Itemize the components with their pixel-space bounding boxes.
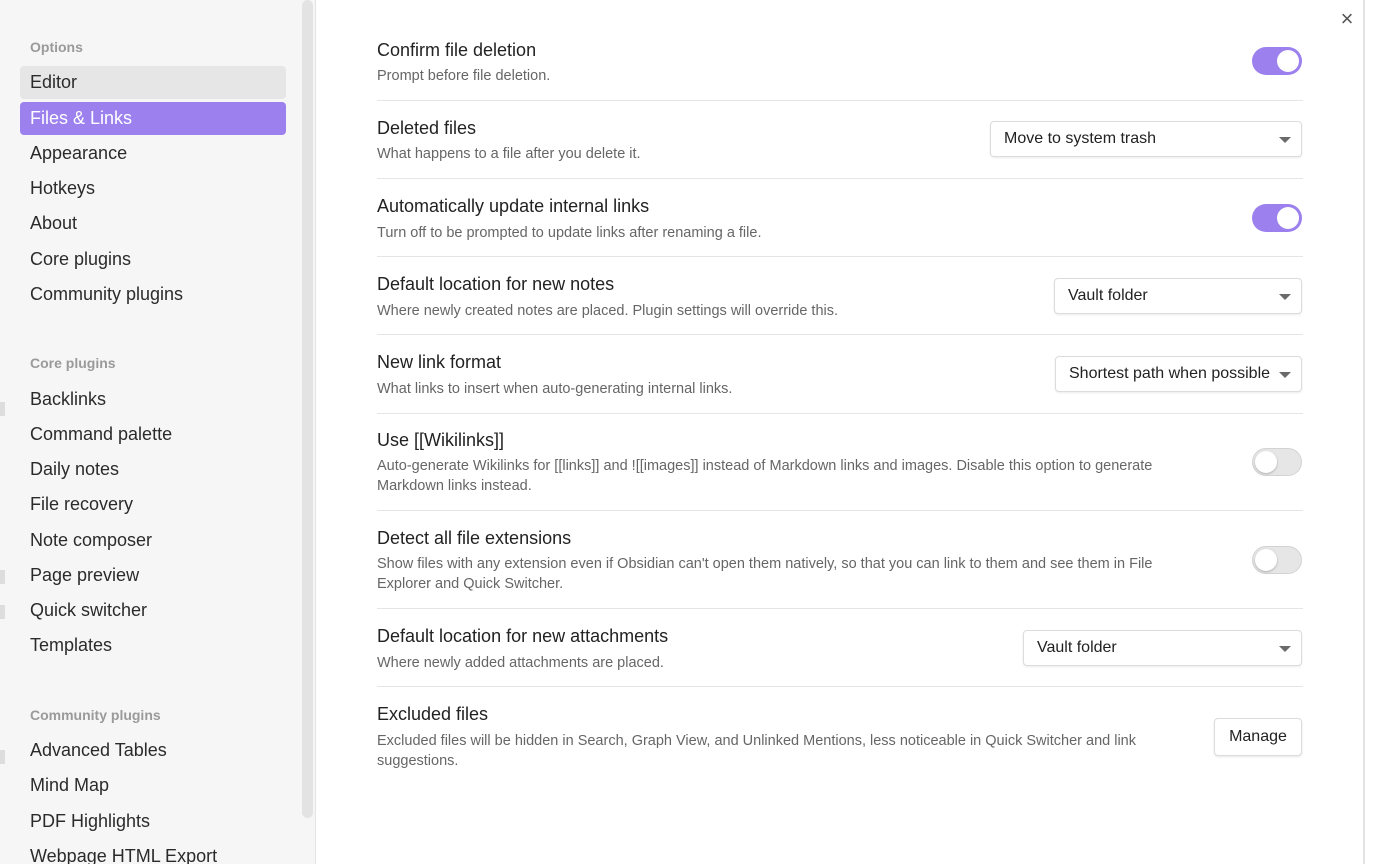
default-note-location-select[interactable]: Vault folder [1054, 278, 1302, 314]
setting-default-attachment-location: Default location for new attachments Whe… [377, 609, 1303, 687]
sidebar-scrollbar[interactable] [302, 0, 313, 818]
default-attachment-location-select[interactable]: Vault folder [1023, 630, 1302, 666]
edge-artifact [0, 402, 5, 416]
setting-name: Confirm file deletion [377, 40, 537, 60]
setting-deleted-files: Deleted files What happens to a file aft… [377, 101, 1303, 179]
sidebar-item-file-recovery[interactable]: File recovery [20, 488, 286, 521]
edge-artifact [0, 570, 5, 584]
setting-description: Turn off to be prompted to update links … [377, 225, 762, 241]
wikilinks-toggle[interactable] [1252, 448, 1302, 476]
content-scrollbar-track[interactable] [1363, 0, 1375, 864]
setting-new-link-format: New link format What links to insert whe… [377, 335, 1303, 414]
options-heading: Options [30, 39, 83, 55]
toggle-knob [1255, 451, 1277, 473]
setting-name: New link format [377, 352, 502, 372]
edge-artifact [0, 605, 5, 619]
new-link-format-select[interactable]: Shortest path when possible [1055, 356, 1302, 392]
sidebar-item-mind-map[interactable]: Mind Map [20, 769, 286, 802]
chevron-down-icon [1279, 372, 1291, 378]
dropdown-value: Shortest path when possible [1069, 365, 1271, 382]
setting-description: Prompt before file deletion. [377, 68, 551, 84]
confirm-deletion-toggle[interactable] [1252, 47, 1302, 75]
manage-excluded-files-button[interactable]: Manage [1214, 718, 1302, 756]
sidebar-item-daily-notes[interactable]: Daily notes [20, 453, 286, 486]
chevron-down-icon [1279, 646, 1291, 652]
setting-description: Excluded files will be hidden in Search,… [377, 733, 1136, 769]
deleted-files-select[interactable]: Move to system trash [990, 121, 1302, 157]
setting-use-wikilinks: Use [[Wikilinks]] Auto-generate Wikilink… [377, 414, 1303, 511]
sidebar-item-about[interactable]: About [20, 207, 286, 240]
sidebar-item-pdf-highlights[interactable]: PDF Highlights [20, 805, 286, 838]
sidebar-item-note-composer[interactable]: Note composer [20, 524, 286, 557]
core-plugins-heading: Core plugins [30, 355, 116, 371]
setting-excluded-files: Excluded files Excluded files will be hi… [377, 687, 1303, 787]
setting-description: What links to insert when auto-generatin… [377, 381, 733, 397]
setting-confirm-file-deletion: Confirm file deletion Prompt before file… [377, 30, 1303, 101]
setting-name: Excluded files [377, 704, 489, 724]
chevron-down-icon [1279, 137, 1291, 143]
sidebar-item-advanced-tables[interactable]: Advanced Tables [20, 734, 286, 767]
community-plugins-heading: Community plugins [30, 707, 161, 723]
toggle-knob [1277, 50, 1299, 72]
detect-extensions-toggle[interactable] [1252, 546, 1302, 574]
setting-description: Where newly added attachments are placed… [377, 655, 664, 671]
auto-update-links-toggle[interactable] [1252, 204, 1302, 232]
setting-name: Deleted files [377, 118, 477, 138]
edge-artifact [0, 750, 5, 764]
sidebar-item-community-plugins[interactable]: Community plugins [20, 278, 286, 311]
toggle-knob [1255, 549, 1277, 571]
sidebar-item-files-links[interactable]: Files & Links [20, 102, 286, 135]
toggle-knob [1277, 207, 1299, 229]
close-icon[interactable]: × [1336, 8, 1358, 30]
setting-description: Show files with any extension even if Ob… [377, 556, 1153, 592]
sidebar-item-templates[interactable]: Templates [20, 629, 286, 662]
setting-name: Automatically update internal links [377, 196, 650, 216]
setting-name: Default location for new attachments [377, 626, 669, 646]
chevron-down-icon [1279, 294, 1291, 300]
sidebar-item-page-preview[interactable]: Page preview [20, 559, 286, 592]
setting-name: Detect all file extensions [377, 528, 572, 548]
sidebar-item-core-plugins[interactable]: Core plugins [20, 243, 286, 276]
setting-auto-update-links: Automatically update internal links Turn… [377, 179, 1303, 257]
setting-name: Use [[Wikilinks]] [377, 430, 505, 450]
setting-detect-extensions: Detect all file extensions Show files wi… [377, 511, 1303, 609]
dropdown-value: Vault folder [1037, 639, 1117, 656]
sidebar-item-command-palette[interactable]: Command palette [20, 418, 286, 451]
sidebar-item-editor[interactable]: Editor [20, 66, 286, 99]
dropdown-value: Move to system trash [1004, 130, 1157, 147]
settings-sidebar: Options Editor Files & Links Appearance … [0, 0, 316, 864]
sidebar-item-appearance[interactable]: Appearance [20, 137, 286, 170]
setting-description: Auto-generate Wikilinks for [[links]] an… [377, 458, 1153, 494]
setting-description: Where newly created notes are placed. Pl… [377, 303, 839, 319]
setting-default-note-location: Default location for new notes Where new… [377, 257, 1303, 335]
sidebar-item-hotkeys[interactable]: Hotkeys [20, 172, 286, 205]
sidebar-item-webpage-html-export[interactable]: Webpage HTML Export [20, 840, 286, 864]
setting-description: What happens to a file after you delete … [377, 146, 641, 162]
dropdown-value: Vault folder [1068, 287, 1148, 304]
setting-name: Default location for new notes [377, 274, 615, 294]
sidebar-item-quick-switcher[interactable]: Quick switcher [20, 594, 286, 627]
sidebar-item-backlinks[interactable]: Backlinks [20, 383, 286, 416]
